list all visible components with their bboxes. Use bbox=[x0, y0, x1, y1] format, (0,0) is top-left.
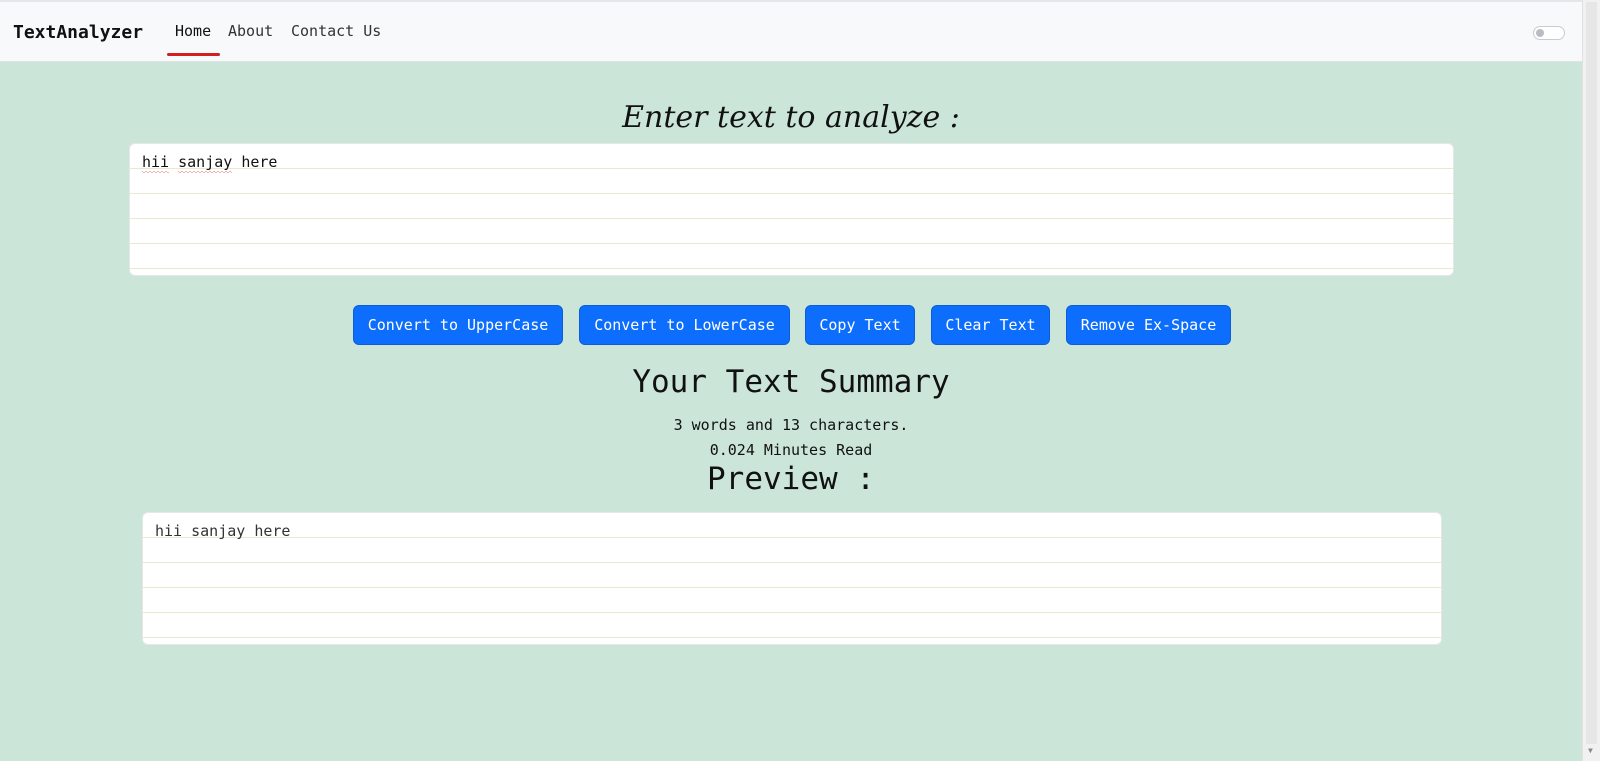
dark-mode-toggle[interactable] bbox=[1533, 26, 1565, 40]
toggle-knob bbox=[1536, 29, 1544, 37]
remove-extra-space-button[interactable]: Remove Ex-Space bbox=[1066, 305, 1231, 345]
input-text: hii sanjay here bbox=[142, 153, 277, 171]
lowercase-button[interactable]: Convert to LowerCase bbox=[579, 305, 790, 345]
misspelled-word: sanjay bbox=[178, 153, 233, 171]
brand-logo[interactable]: TextAnalyzer bbox=[13, 22, 143, 43]
input-word: here bbox=[241, 153, 278, 171]
preview-text: hii sanjay here bbox=[155, 522, 291, 540]
text-input-area[interactable]: hii sanjay here bbox=[129, 143, 1454, 276]
summary-title: Your Text Summary bbox=[632, 364, 950, 400]
word-char-count: 3 words and 13 characters. bbox=[673, 416, 909, 434]
nav-about[interactable]: About bbox=[228, 22, 273, 40]
misspelled-word: hii bbox=[142, 153, 170, 171]
preview-box: hii sanjay here bbox=[142, 512, 1442, 645]
uppercase-button[interactable]: Convert to UpperCase bbox=[353, 305, 563, 345]
input-heading: Enter text to analyze : bbox=[622, 100, 960, 135]
navbar: TextAnalyzer Home About Contact Us bbox=[0, 0, 1582, 62]
clear-text-button[interactable]: Clear Text bbox=[931, 305, 1050, 345]
active-nav-indicator bbox=[167, 53, 220, 56]
scrollbar-thumb[interactable] bbox=[1586, 2, 1597, 744]
preview-title: Preview : bbox=[707, 461, 875, 497]
nav-home[interactable]: Home bbox=[175, 22, 211, 40]
copy-text-button[interactable]: Copy Text bbox=[805, 305, 915, 345]
scroll-down-arrow-icon[interactable]: ▼ bbox=[1588, 747, 1593, 755]
nav-contact-us[interactable]: Contact Us bbox=[291, 22, 381, 40]
page-scrollbar[interactable]: ▼ bbox=[1582, 0, 1600, 761]
read-time: 0.024 Minutes Read bbox=[709, 441, 873, 459]
